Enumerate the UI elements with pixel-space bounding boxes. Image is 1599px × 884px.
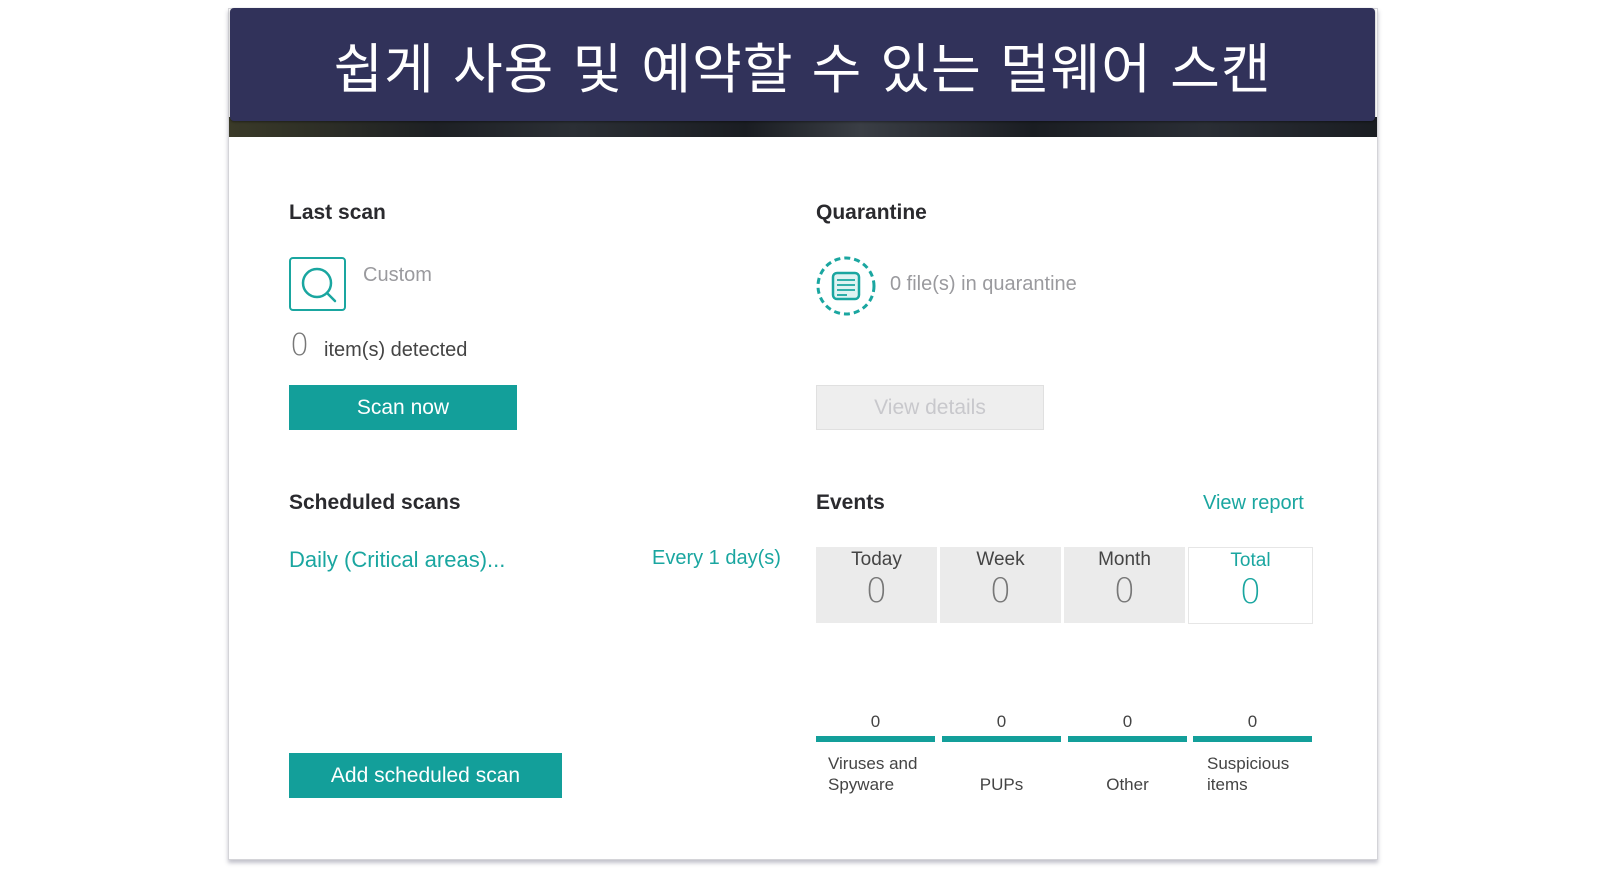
add-scheduled-scan-button[interactable]: Add scheduled scan <box>289 753 562 798</box>
add-scheduled-scan-label: Add scheduled scan <box>330 763 521 787</box>
category-other: 0 Other <box>1068 712 1187 795</box>
period-label: Today <box>851 549 902 570</box>
period-value: 0 <box>865 571 888 611</box>
category-bar <box>942 736 1061 742</box>
banner-title: 쉽게 사용 및 예약할 수 있는 멀웨어 스캔 <box>333 38 1272 101</box>
search-icon <box>289 257 346 311</box>
period-label: Month <box>1098 549 1151 570</box>
period-value: 0 <box>989 571 1012 611</box>
document-icon <box>815 255 877 317</box>
scheduled-scans-heading: Scheduled scans <box>289 491 461 514</box>
category-bar <box>816 736 935 742</box>
events-tab-week[interactable]: Week 0 <box>940 547 1061 623</box>
detected-label: item(s) detected <box>324 339 468 361</box>
period-value: 0 <box>1113 571 1136 611</box>
category-count: 0 <box>1247 712 1258 731</box>
category-bar <box>1068 736 1187 742</box>
category-label: Suspicious items <box>1207 754 1290 794</box>
scan-now-label: Scan now <box>356 395 450 419</box>
category-count: 0 <box>870 712 881 731</box>
last-scan-heading: Last scan <box>289 201 386 224</box>
events-tab-month[interactable]: Month 0 <box>1064 547 1185 623</box>
category-bar <box>1193 736 1312 742</box>
events-tab-total[interactable]: Total 0 <box>1188 547 1313 624</box>
category-label: Other <box>1106 775 1149 794</box>
period-value: 0 <box>1239 572 1262 612</box>
view-details-label: View details <box>874 395 986 419</box>
category-label: Viruses and Spyware <box>828 754 918 794</box>
scheduled-scan-name-link[interactable]: Daily (Critical areas)... <box>289 547 505 573</box>
view-report-link[interactable]: View report <box>1203 492 1304 515</box>
view-details-button[interactable]: View details <box>816 385 1044 430</box>
quarantine-heading: Quarantine <box>816 201 927 224</box>
category-pups: 0 PUPs <box>942 712 1061 795</box>
scan-now-button[interactable]: Scan now <box>289 385 517 430</box>
detected-count: 0 <box>290 328 310 363</box>
category-count: 0 <box>996 712 1007 731</box>
category-count: 0 <box>1122 712 1133 731</box>
title-banner: 쉽게 사용 및 예약할 수 있는 멀웨어 스캔 <box>230 8 1375 121</box>
category-suspicious-items: 0 Suspicious items <box>1193 712 1312 795</box>
scheduled-scan-frequency: Every 1 day(s) <box>652 547 781 569</box>
period-label: Total <box>1230 550 1271 571</box>
category-label: PUPs <box>979 775 1024 794</box>
last-scan-type: Custom <box>363 264 432 286</box>
category-viruses-spyware: 0 Viruses and Spyware <box>816 712 935 795</box>
events-heading: Events <box>816 491 885 514</box>
quarantine-status: 0 file(s) in quarantine <box>890 273 1077 295</box>
events-tab-today[interactable]: Today 0 <box>816 547 937 623</box>
period-label: Week <box>976 549 1025 570</box>
